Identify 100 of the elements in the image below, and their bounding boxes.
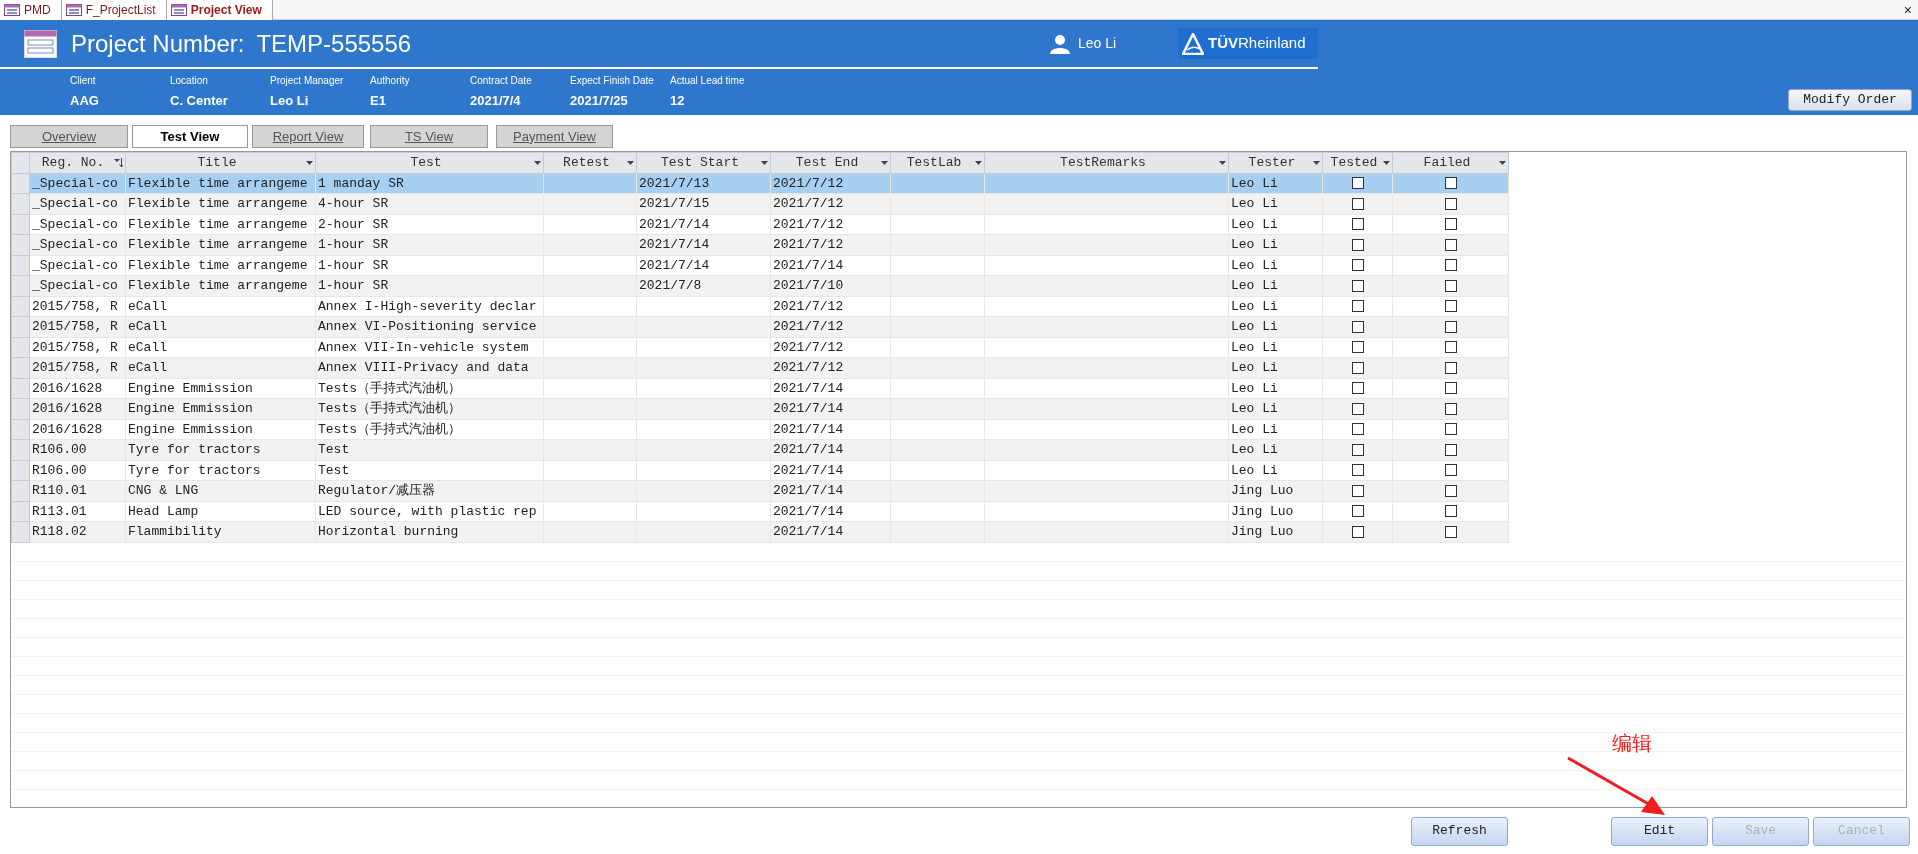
checkbox[interactable] [1444,423,1457,436]
checkbox[interactable] [1444,361,1457,374]
table-row[interactable]: R106.00 Tyre for tractors Test 2021/7/14 Leo Li [11,439,1509,460]
dropdown-caret-icon[interactable] [306,160,313,165]
table-row[interactable]: _Special-co Flexible time arrangeme 1-hour SR 2021/7/14 2021/7/12 Leo Li [11,234,1509,255]
checkbox[interactable] [1444,402,1457,415]
view-tab[interactable]: Payment View [496,125,613,148]
checkbox[interactable] [1444,300,1457,313]
checkbox[interactable] [1351,259,1364,272]
column-header[interactable]: Tested [1322,152,1393,173]
modify-order-button[interactable]: Modify Order [1788,89,1912,111]
column-header[interactable]: Tester [1228,152,1323,173]
checkbox[interactable] [1444,525,1457,538]
column-header[interactable]: Test End [770,152,891,173]
table-row[interactable]: 2016/1628 Engine Emmission Tests（手持式汽油机） 2021/7/14 Leo Li [11,398,1509,419]
checkbox[interactable] [1444,484,1457,497]
action-button[interactable]: Refresh [1411,816,1508,846]
checkbox[interactable] [1444,505,1457,518]
document-tab[interactable]: F_ProjectList [61,0,167,20]
table-row[interactable]: _Special-co Flexible time arrangeme 1 manday SR 2021/7/13 2021/7/12 Leo Li [11,173,1509,194]
checkbox[interactable] [1444,177,1457,190]
table-row[interactable]: 2016/1628 Engine Emmission Tests（手持式汽油机） 2021/7/14 Leo Li [11,419,1509,440]
checkbox[interactable] [1444,464,1457,477]
table-row[interactable]: R106.00 Tyre for tractors Test 2021/7/14 Leo Li [11,460,1509,481]
dropdown-caret-icon[interactable] [1219,160,1226,165]
dropdown-caret-icon[interactable] [881,160,888,165]
checkbox[interactable] [1351,505,1364,518]
dropdown-caret-icon[interactable] [761,160,768,165]
checkbox[interactable] [1351,320,1364,333]
table-row[interactable]: 2015/758, R eCall Annex I-High-severity declar 2021/7/12 Leo Li [11,296,1509,317]
dropdown-caret-icon[interactable] [534,160,541,165]
checkbox[interactable] [1351,443,1364,456]
table-cell: 2015/758, R [29,296,126,317]
checkbox[interactable] [1444,279,1457,292]
checkbox[interactable] [1351,341,1364,354]
column-header[interactable]: Reg. No. [29,152,126,173]
document-tab[interactable]: PMD [0,0,62,20]
view-tab[interactable]: Report View [252,125,364,148]
dropdown-caret-icon[interactable] [1313,160,1320,165]
checkbox[interactable] [1351,361,1364,374]
table-cell: Leo Li [1228,419,1323,440]
view-tab[interactable]: TS View [370,125,488,148]
column-header[interactable]: TestLab [890,152,985,173]
dropdown-caret-icon[interactable] [1499,160,1506,165]
checkbox[interactable] [1444,238,1457,251]
view-tab[interactable]: Overview [10,125,128,148]
column-header[interactable]: TestRemarks [984,152,1229,173]
table-row[interactable]: R118.02 Flammibility Horizontal burning 2021/7/14 Jing Luo [11,521,1509,542]
column-header[interactable]: Title [125,152,316,173]
dropdown-caret-icon[interactable] [975,160,982,165]
checkbox[interactable] [1444,341,1457,354]
document-tab[interactable]: Project View [166,0,273,20]
action-button[interactable]: Edit [1611,816,1708,846]
checkbox[interactable] [1444,382,1457,395]
table-cell: Leo Li [1228,255,1323,276]
table-cell: Engine Emmission [125,419,316,440]
table-row[interactable]: 2015/758, R eCall Annex VII-In-vehicle system 2021/7/12 Leo Li [11,337,1509,358]
checkbox[interactable] [1351,238,1364,251]
table-row[interactable]: _Special-co Flexible time arrangeme 2-hour SR 2021/7/14 2021/7/12 Leo Li [11,214,1509,235]
table-cell: 1-hour SR [315,255,544,276]
column-header[interactable]: Test Start [636,152,771,173]
field-value: AAG [70,92,100,110]
checkbox[interactable] [1444,218,1457,231]
table-row[interactable]: _Special-co Flexible time arrangeme 1-hour SR 2021/7/8 2021/7/10 Leo Li [11,275,1509,296]
checkbox[interactable] [1351,218,1364,231]
table-row[interactable]: _Special-co Flexible time arrangeme 4-hour SR 2021/7/15 2021/7/12 Leo Li [11,193,1509,214]
checkbox[interactable] [1444,320,1457,333]
table-cell: Flexible time arrangeme [125,255,316,276]
table-cell: 2-hour SR [315,214,544,235]
table-cell: Jing Luo [1228,501,1323,522]
view-tab[interactable]: Test View [132,125,248,148]
column-header[interactable]: Failed [1392,152,1509,173]
table-row[interactable]: 2015/758, R eCall Annex VI-Positioning service 2021/7/12 Leo Li [11,316,1509,337]
checkbox[interactable] [1351,279,1364,292]
checkbox[interactable] [1351,464,1364,477]
sort-filter-icon[interactable] [114,158,123,168]
table-row[interactable]: 2015/758, R eCall Annex VIII-Privacy and data 2021/7/12 Leo Li [11,357,1509,378]
checkbox[interactable] [1351,197,1364,210]
checkbox[interactable] [1444,259,1457,272]
table-row[interactable]: R113.01 Head Lamp LED source, with plastic rep 2021/7/14 Jing Luo [11,501,1509,522]
checkbox[interactable] [1351,525,1364,538]
table-row[interactable]: R110.01 CNG & LNG Regulator/减压器 2021/7/14 Jing Luo [11,480,1509,501]
close-button[interactable]: × [1903,0,1918,19]
dropdown-caret-icon[interactable] [627,160,634,165]
table-row[interactable]: 2016/1628 Engine Emmission Tests（手持式汽油机） 2021/7/14 Leo Li [11,378,1509,399]
checkbox[interactable] [1351,177,1364,190]
table-cell: 2021/7/14 [770,419,891,440]
checkbox[interactable] [1351,484,1364,497]
checkbox[interactable] [1444,443,1457,456]
checkbox[interactable] [1444,197,1457,210]
checkbox[interactable] [1351,300,1364,313]
column-header[interactable]: Test [315,152,544,173]
table-cell: eCall [125,296,316,317]
dropdown-caret-icon[interactable] [1383,160,1390,165]
field-label: Expect Finish Date [570,74,655,88]
checkbox[interactable] [1351,402,1364,415]
checkbox[interactable] [1351,423,1364,436]
checkbox[interactable] [1351,382,1364,395]
table-row[interactable]: _Special-co Flexible time arrangeme 1-hour SR 2021/7/14 2021/7/14 Leo Li [11,255,1509,276]
column-header[interactable]: Retest [543,152,637,173]
